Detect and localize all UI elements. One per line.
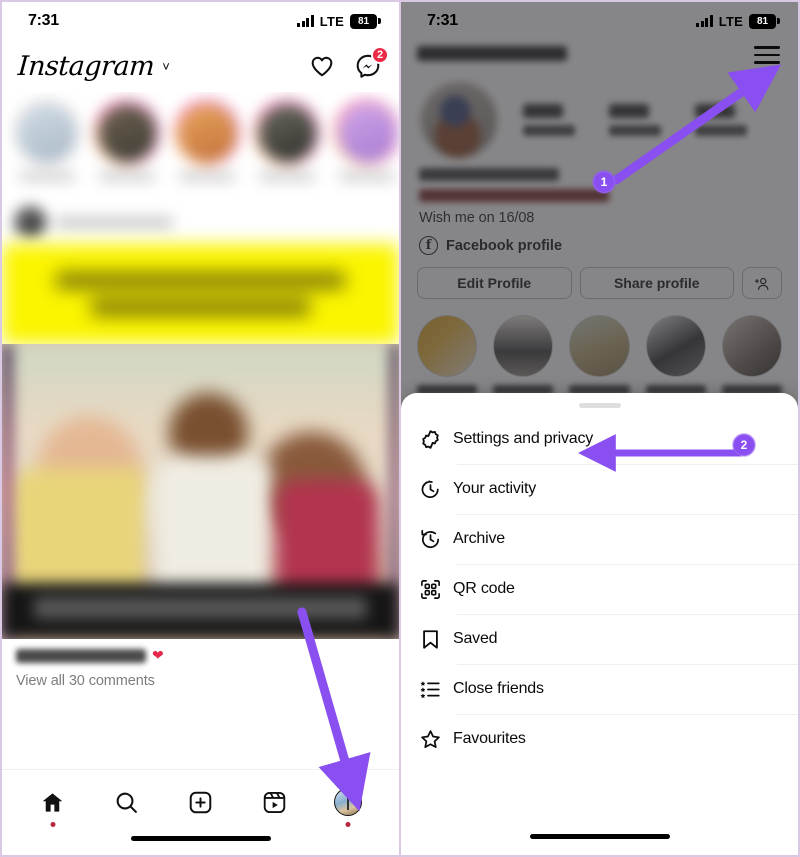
story-item[interactable] xyxy=(90,98,164,200)
settings-and-privacy-row[interactable]: Settings and privacy xyxy=(401,414,798,464)
bottom-tab-bar xyxy=(2,769,399,855)
profile-activity-dot xyxy=(345,822,351,827)
qr-code-row[interactable]: QR code xyxy=(401,564,798,614)
hamburger-menu-icon[interactable] xyxy=(754,46,780,64)
story-item[interactable] xyxy=(10,98,84,200)
status-time: 7:31 xyxy=(28,12,59,29)
post-photo[interactable] xyxy=(2,344,399,639)
sheet-menu-list: Settings and privacy Your activity Archi… xyxy=(401,414,798,764)
battery-icon: 81 xyxy=(350,13,381,29)
messenger-icon[interactable]: 2 xyxy=(355,46,389,79)
status-indicators: LTE 81 xyxy=(297,13,381,29)
view-comments-link[interactable]: View all 30 comments xyxy=(16,673,385,689)
status-indicators: LTE 81 xyxy=(696,13,780,29)
messenger-unread-badge: 2 xyxy=(371,46,389,64)
heart-icon[interactable] xyxy=(309,53,335,79)
network-label: LTE xyxy=(718,13,743,29)
archive-clock-icon xyxy=(419,528,453,551)
instagram-header: Instagram ˅ 2 xyxy=(2,40,399,92)
chevron-down-icon[interactable]: ˅ xyxy=(162,59,170,74)
instagram-logo-button[interactable]: Instagram ˅ xyxy=(16,50,170,82)
signal-bars-icon xyxy=(297,15,314,27)
favourites-row[interactable]: Favourites xyxy=(401,714,798,764)
left-status-bar: 7:31 LTE 81 xyxy=(2,2,399,40)
screenshot-root: 7:31 LTE 81 Instagram ˅ 2 ❤ View all 30 … xyxy=(0,0,800,857)
post-footer: ❤ View all 30 comments xyxy=(2,639,399,689)
search-icon xyxy=(116,792,138,813)
post-yellow-banner xyxy=(2,244,399,344)
post-caption-row: ❤ xyxy=(16,647,385,664)
home-activity-dot xyxy=(50,822,56,827)
sheet-item-label: Saved xyxy=(453,630,498,647)
sheet-item-label: Your activity xyxy=(453,480,537,497)
home-icon xyxy=(43,792,63,812)
status-time: 7:31 xyxy=(427,12,458,29)
sheet-grabber[interactable] xyxy=(578,403,621,408)
star-icon xyxy=(419,728,453,751)
post-header[interactable] xyxy=(2,200,399,244)
tab-home[interactable] xyxy=(28,784,78,827)
reels-icon xyxy=(263,791,286,813)
gear-icon xyxy=(419,428,453,451)
sheet-item-label: Favourites xyxy=(453,730,526,747)
close-friends-list-icon xyxy=(419,678,453,701)
sheet-item-label: Close friends xyxy=(453,680,544,697)
sheet-item-label: QR code xyxy=(453,580,515,597)
battery-icon: 81 xyxy=(749,13,780,29)
instagram-wordmark: Instagram xyxy=(16,50,156,82)
story-item[interactable] xyxy=(330,98,399,200)
qr-code-icon xyxy=(419,578,453,601)
network-label: LTE xyxy=(319,13,344,29)
tab-profile[interactable] xyxy=(323,784,373,827)
profile-avatar-icon[interactable] xyxy=(334,788,363,816)
stories-tray[interactable] xyxy=(2,92,399,200)
heart-emoji-icon: ❤ xyxy=(152,647,164,663)
left-phone-screen: 7:31 LTE 81 Instagram ˅ 2 ❤ View all 30 … xyxy=(0,0,400,857)
tab-search[interactable] xyxy=(102,784,152,820)
saved-row[interactable]: Saved xyxy=(401,614,798,664)
tab-create[interactable] xyxy=(175,784,225,820)
bookmark-icon xyxy=(419,628,453,651)
tab-reels[interactable] xyxy=(249,784,299,820)
home-indicator xyxy=(130,836,271,841)
right-phone-screen: 7:31 LTE 81 Settings and privacy Your ac… xyxy=(400,0,800,857)
close-friends-row[interactable]: Close friends xyxy=(401,664,798,714)
profile-options-sheet: Settings and privacy Your activity Archi… xyxy=(401,393,798,855)
plus-square-icon xyxy=(189,791,212,813)
story-item[interactable] xyxy=(250,98,324,200)
home-indicator xyxy=(529,834,670,839)
sheet-item-label: Archive xyxy=(453,530,505,547)
post-author-name[interactable] xyxy=(55,215,173,229)
your-activity-row[interactable]: Your activity xyxy=(401,464,798,514)
signal-bars-icon xyxy=(696,15,713,27)
activity-clock-icon xyxy=(419,478,453,501)
archive-row[interactable]: Archive xyxy=(401,514,798,564)
post-author-avatar[interactable] xyxy=(14,206,46,238)
story-item[interactable] xyxy=(170,98,244,200)
post-caption-username[interactable] xyxy=(16,648,146,663)
sheet-item-label: Settings and privacy xyxy=(453,430,594,447)
right-status-bar: 7:31 LTE 81 xyxy=(401,2,798,40)
header-actions: 2 xyxy=(309,46,389,79)
